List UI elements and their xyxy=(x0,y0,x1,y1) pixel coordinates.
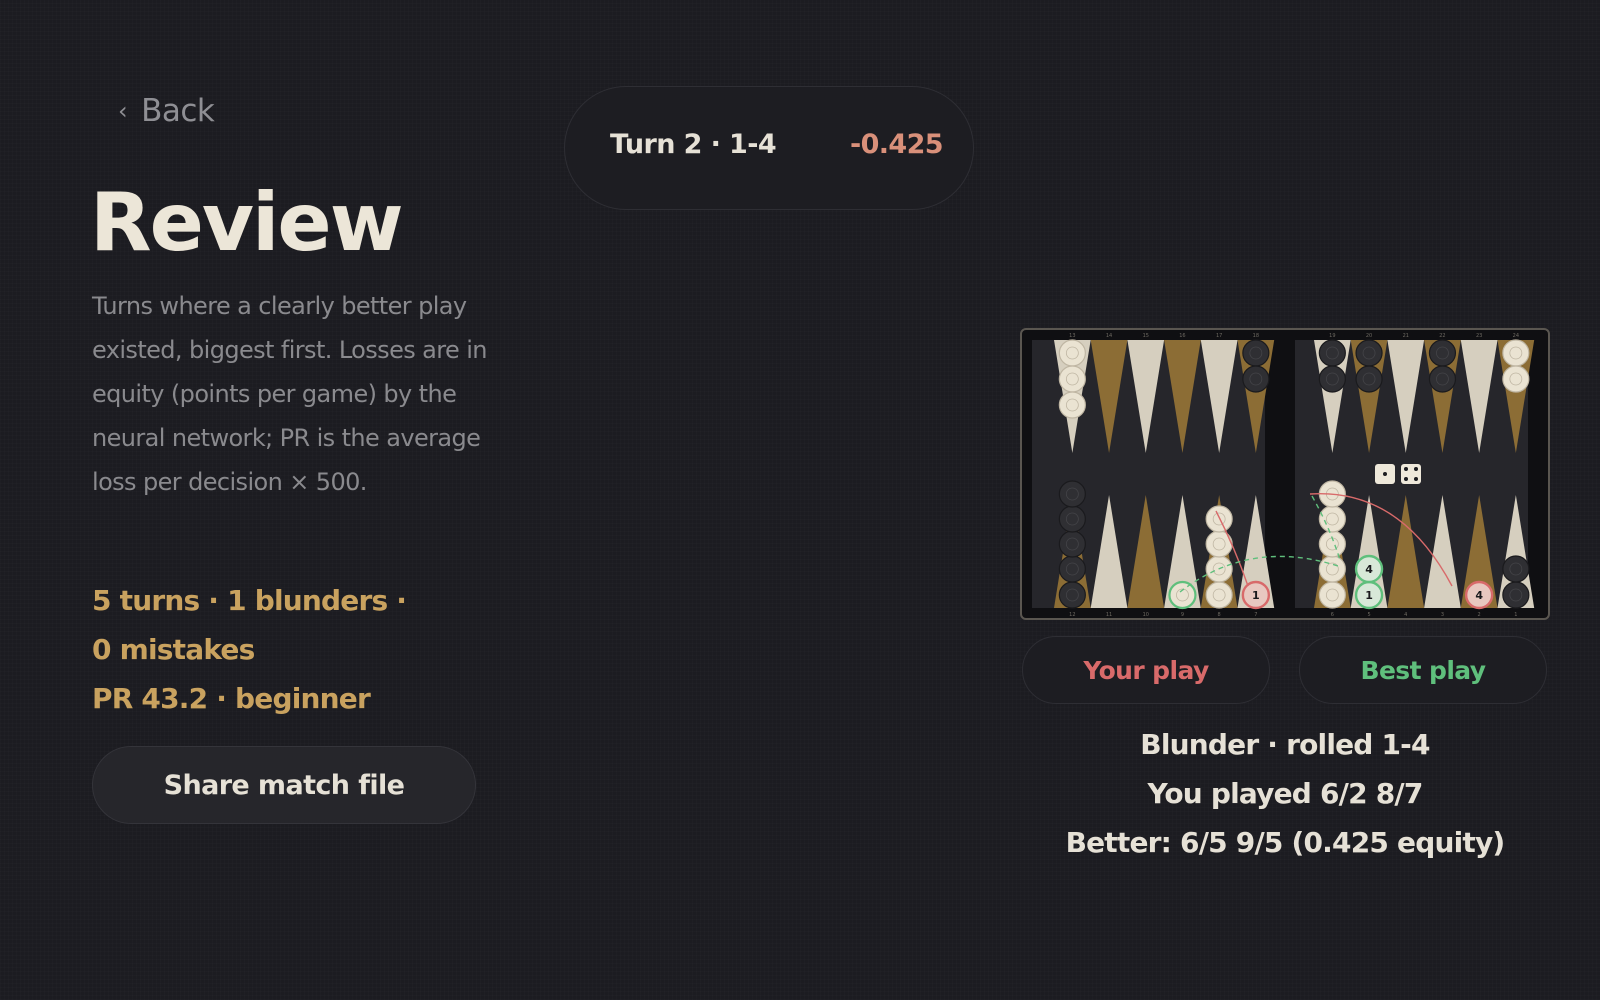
summary-counts: 5 turns · 1 blunders · 0 mistakes xyxy=(92,584,407,666)
page-description: Turns where a clearly better play existe… xyxy=(92,292,487,496)
die xyxy=(1401,464,1421,484)
chevron-left-icon: ‹ xyxy=(118,97,128,125)
black-checker xyxy=(1242,339,1270,367)
point-number-label: 7 xyxy=(1254,612,1257,618)
backgammon-board: 13 12 14 11 15 10 16 9 17 8 18 7 19 6 20 5 21 4 22 3 23 2 24 1 1… xyxy=(1020,328,1550,620)
black-checker xyxy=(1058,555,1086,583)
white-checker xyxy=(1318,530,1346,558)
point-number-label: 5 xyxy=(1367,612,1370,618)
summary-pr: PR 43.2 · beginner xyxy=(92,682,371,715)
verdict-better-move: Better: 6/5 9/5 (0.425 equity) xyxy=(1065,826,1506,859)
white-checker xyxy=(1502,365,1530,393)
white-checker xyxy=(1318,505,1346,533)
point-number-label: 22 xyxy=(1439,333,1445,339)
best-play-marker-label: 4 xyxy=(1365,563,1373,576)
point-number-label: 20 xyxy=(1366,333,1372,339)
black-checker xyxy=(1428,339,1457,367)
black-checker xyxy=(1355,339,1383,367)
black-checker xyxy=(1428,365,1457,393)
white-checker xyxy=(1318,581,1346,609)
point-number-label: 18 xyxy=(1253,333,1259,339)
die-pip xyxy=(1383,472,1387,476)
point-number-label: 4 xyxy=(1404,612,1407,618)
verdict-your-move: You played 6/2 8/7 xyxy=(1147,777,1423,810)
point-number-label: 17 xyxy=(1216,333,1222,339)
point-number-label: 19 xyxy=(1329,333,1335,339)
point-number-label: 6 xyxy=(1331,612,1334,618)
white-checker xyxy=(1502,339,1530,367)
verdict-severity: Blunder · rolled 1-4 xyxy=(1140,728,1430,761)
turn-label: Turn 2 · 1-4 xyxy=(610,129,777,160)
review-summary: 5 turns · 1 blunders · 0 mistakes PR 43.… xyxy=(92,576,422,723)
black-checker xyxy=(1318,339,1346,367)
black-checker xyxy=(1318,365,1346,393)
point-number-label: 3 xyxy=(1441,612,1444,618)
black-checker xyxy=(1058,480,1086,508)
point-number-label: 21 xyxy=(1403,333,1409,339)
page-title: Review xyxy=(90,176,404,269)
white-checker xyxy=(1318,555,1346,583)
point-number-label: 2 xyxy=(1478,612,1481,618)
white-checker xyxy=(1058,391,1086,419)
die-pip xyxy=(1414,477,1418,481)
point-number-label: 15 xyxy=(1143,333,1149,339)
white-checker xyxy=(1058,365,1086,393)
move-verdict: Blunder · rolled 1-4 You played 6/2 8/7 … xyxy=(1020,720,1550,867)
best-play-button[interactable]: Best play xyxy=(1299,636,1547,704)
point-number-label: 9 xyxy=(1181,612,1184,618)
black-checker xyxy=(1058,530,1086,558)
black-checker xyxy=(1502,555,1530,583)
point-number-label: 24 xyxy=(1513,333,1519,339)
white-checker xyxy=(1205,581,1233,609)
point-number-label: 10 xyxy=(1143,612,1149,618)
black-checker xyxy=(1058,505,1086,533)
point-number-label: 16 xyxy=(1179,333,1185,339)
die-pip xyxy=(1414,467,1418,471)
white-checker xyxy=(1058,339,1086,367)
white-checker xyxy=(1205,505,1233,533)
best-play-marker-label: 1 xyxy=(1365,589,1373,602)
point-number-label: 8 xyxy=(1218,612,1221,618)
turn-equity-loss: -0.425 xyxy=(849,129,944,160)
share-match-file-button[interactable]: Share match file xyxy=(92,746,476,824)
turn-list-item[interactable]: Turn 2 · 1-4 -0.425 xyxy=(564,86,974,210)
back-label: Back xyxy=(141,93,215,129)
your-play-marker-label: 4 xyxy=(1475,589,1483,602)
black-checker xyxy=(1355,365,1383,393)
point-number-label: 13 xyxy=(1069,333,1075,339)
point-number-label: 14 xyxy=(1106,333,1112,339)
back-button[interactable]: ‹ Back xyxy=(118,93,215,129)
point-number-label: 12 xyxy=(1069,612,1075,618)
black-checker xyxy=(1242,365,1270,393)
your-play-button[interactable]: Your play xyxy=(1022,636,1270,704)
board-svg: 1312141115101691781871962052142232322411… xyxy=(1020,328,1550,620)
die-pip xyxy=(1404,467,1408,471)
point-number-label: 23 xyxy=(1476,333,1482,339)
point-number-label: 1 xyxy=(1514,612,1517,618)
point-number-label: 11 xyxy=(1106,612,1112,618)
black-checker xyxy=(1058,581,1086,609)
die-pip xyxy=(1404,477,1408,481)
black-checker xyxy=(1502,581,1530,609)
ghost-checker xyxy=(1168,580,1197,610)
your-play-marker-label: 1 xyxy=(1252,589,1260,602)
